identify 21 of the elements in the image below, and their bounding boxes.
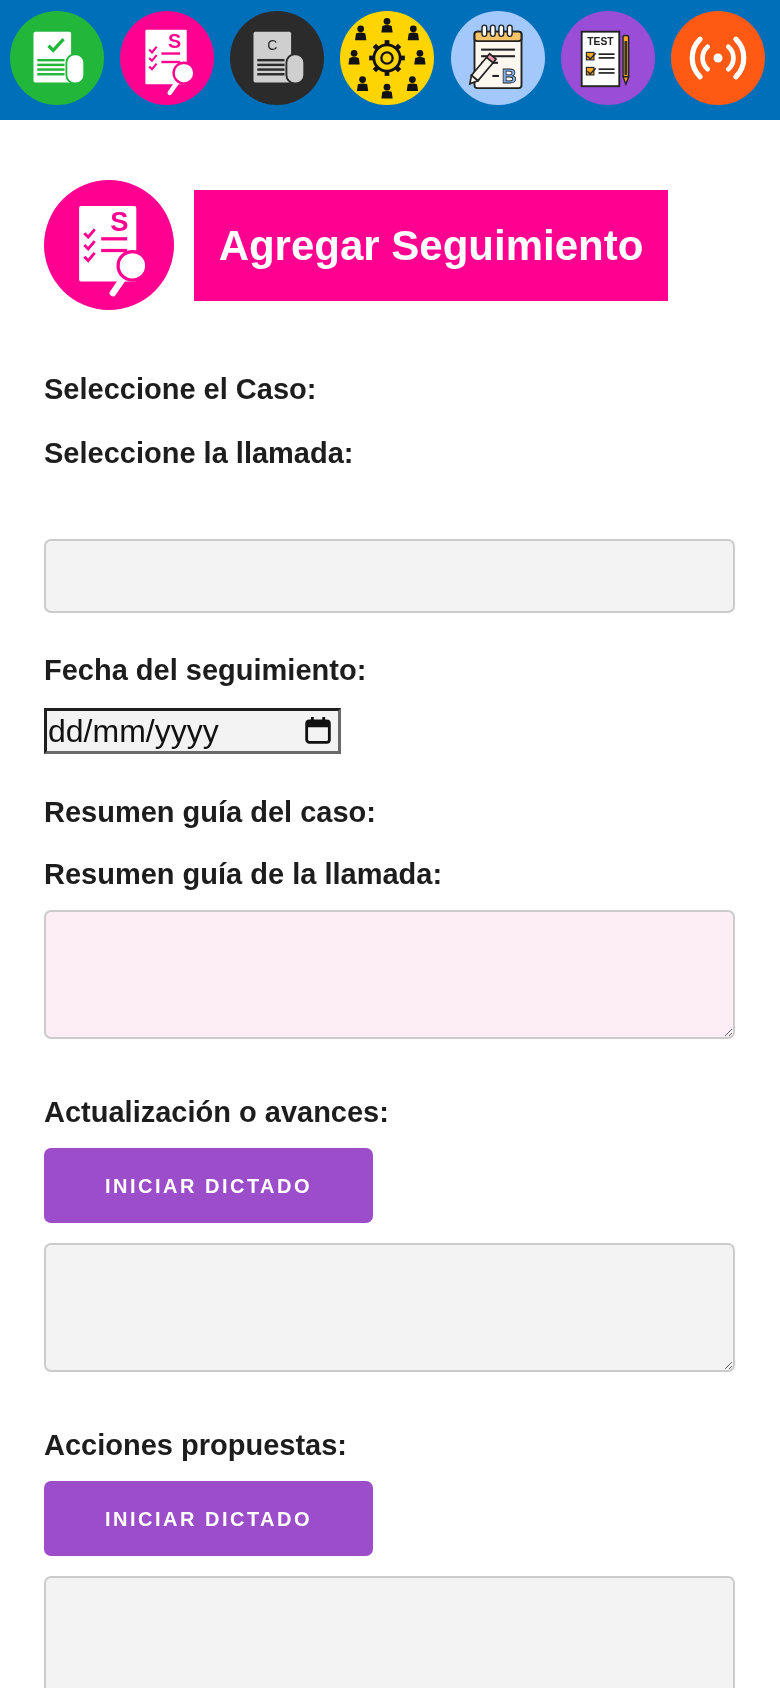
team-gear-icon[interactable] [340,11,435,105]
notepad-pencil-icon[interactable]: B [450,11,545,105]
checklist-search-icon[interactable]: S [120,11,215,105]
field-label: Seleccione la llamada: [44,437,355,469]
date-field[interactable]: dd/mm/yyyy [44,708,341,754]
field-label: Resumen guía del caso: [44,796,377,828]
broadcast-icon[interactable] [670,11,765,105]
field-label: Fecha del seguimiento: [44,654,368,686]
field-label: Acciones propuestas: [44,1429,348,1461]
dictation-button[interactable]: INICIAR DICTADO [44,1481,373,1556]
document-icon[interactable]: C [230,11,325,105]
checklist-search-icon: S [44,180,174,310]
field-label: Seleccione el Caso: [44,373,318,405]
field-label: Resumen guía de la llamada: [44,858,444,890]
calendar-icon[interactable] [305,717,331,744]
input-field[interactable] [44,539,735,613]
document-check-icon[interactable] [10,11,104,105]
test-sheet-icon[interactable]: TEST [560,11,655,105]
page-title: Agregar Seguimiento [194,189,668,301]
field-label: Actualización o avances: [44,1096,390,1128]
dictation-button[interactable]: INICIAR DICTADO [44,1148,373,1223]
